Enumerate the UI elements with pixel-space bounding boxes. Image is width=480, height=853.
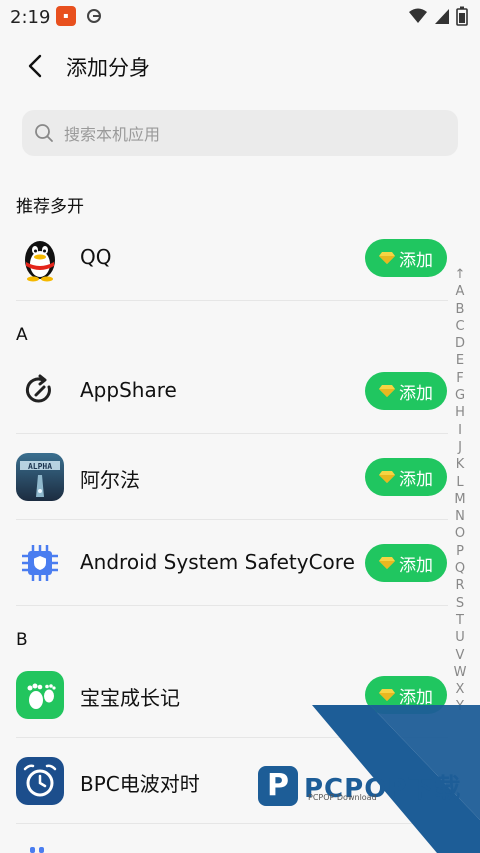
watermark-subtitle: PCPOP Download — [308, 793, 377, 802]
pcpop-logo-icon: P — [258, 766, 298, 806]
watermark-banner — [312, 705, 480, 853]
